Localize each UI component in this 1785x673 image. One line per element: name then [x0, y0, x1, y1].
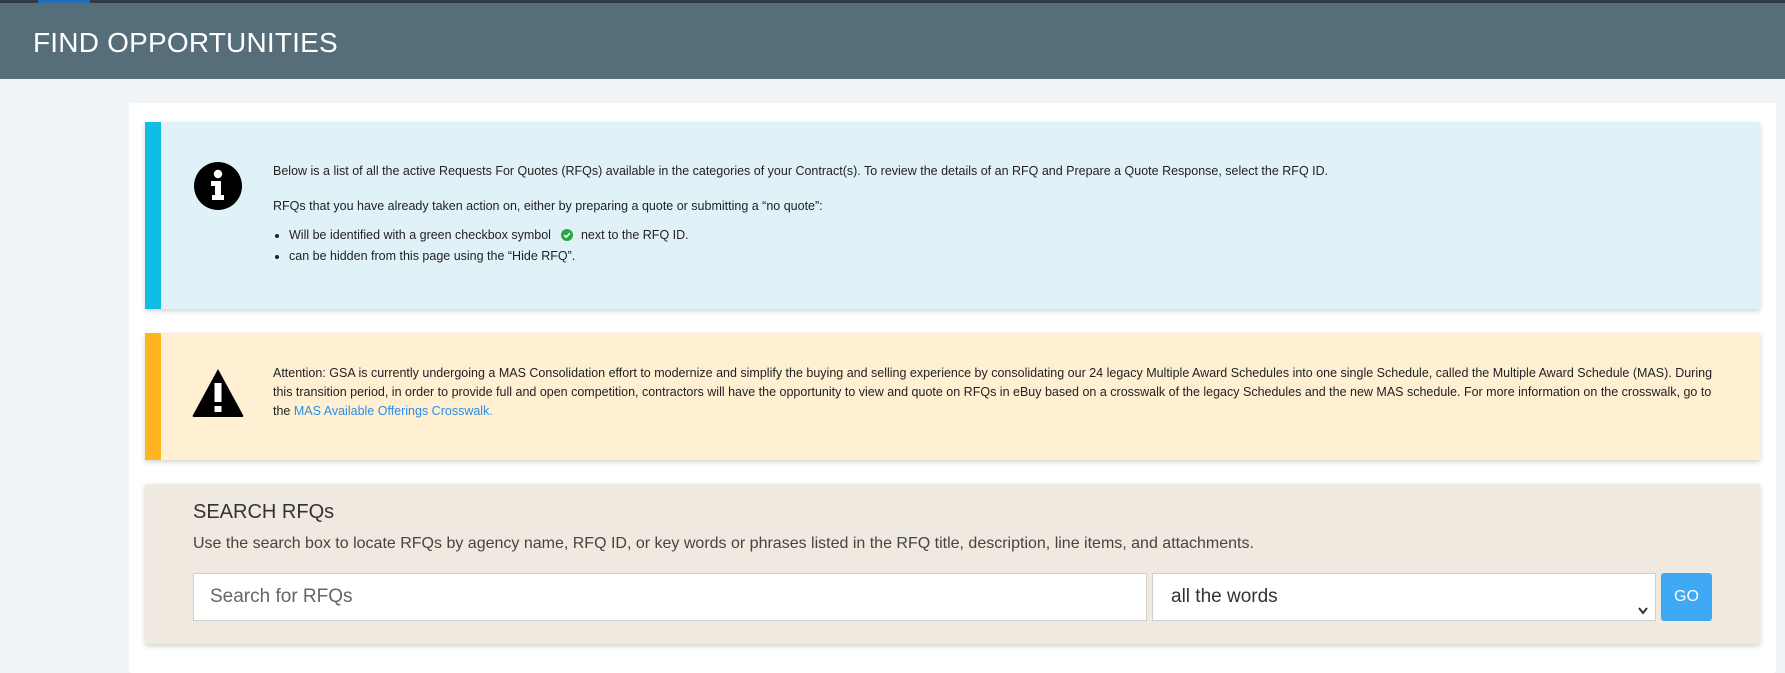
search-input[interactable] — [193, 573, 1147, 621]
info-circle-icon — [191, 159, 245, 213]
list-item: Will be identified with a green checkbox… — [289, 226, 1730, 247]
warning-alert: Attention: GSA is currently undergoing a… — [145, 333, 1760, 460]
page-header: FIND OPPORTUNITIES — [0, 3, 1785, 79]
search-description: Use the search box to locate RFQs by age… — [193, 535, 1254, 552]
search-rfqs-card: SEARCH RFQs Use the search box to locate… — [145, 484, 1760, 644]
info-bullet-list: Will be identified with a green checkbox… — [273, 226, 1730, 266]
green-check-circle-icon — [560, 228, 573, 247]
bullet-1-text: Will be identified with a green checkbox… — [289, 228, 551, 242]
warning-alert-text: Attention: GSA is currently undergoing a… — [273, 364, 1730, 421]
info-paragraph-2: RFQs that you have already taken action … — [273, 199, 823, 213]
list-item: can be hidden from this page using the “… — [289, 247, 1730, 266]
info-alert-text: Below is a list of all the active Reques… — [273, 162, 1730, 266]
page-title: FIND OPPORTUNITIES — [33, 27, 338, 58]
match-mode-select[interactable]: all the words — [1152, 573, 1656, 621]
info-alert: Below is a list of all the active Reques… — [145, 122, 1760, 309]
go-button[interactable]: GO — [1661, 573, 1712, 621]
mas-crosswalk-link[interactable]: MAS Available Offerings Crosswalk. — [294, 404, 493, 418]
bullet-1-suffix: next to the RFQ ID. — [580, 228, 689, 242]
info-paragraph-1: Below is a list of all the active Reques… — [273, 164, 1329, 178]
warning-triangle-icon — [191, 366, 245, 420]
warning-alert-accent-bar — [145, 333, 161, 460]
search-title: SEARCH RFQs — [193, 501, 335, 523]
info-alert-accent-bar — [145, 122, 161, 309]
chevron-down-icon — [1637, 590, 1649, 636]
match-mode-selected-value: all the words — [1171, 586, 1278, 607]
